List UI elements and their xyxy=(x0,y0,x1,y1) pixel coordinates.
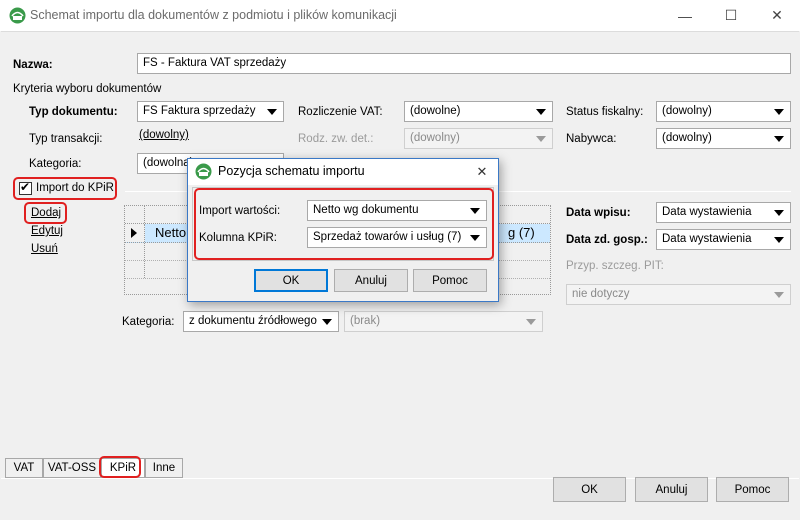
rozliczenie-vat-label: Rozliczenie VAT: xyxy=(298,106,383,118)
window-title: Schemat importu dla dokumentów z podmiot… xyxy=(30,8,397,22)
data-zd-gosp-label: Data zd. gosp.: xyxy=(566,234,648,246)
pozycja-schematu-dialog: Pozycja schematu importu ✕ Import wartoś… xyxy=(187,158,499,302)
highlight-tab-kpir xyxy=(99,456,141,478)
typ-transakcji-link[interactable]: (dowolny) xyxy=(139,129,189,141)
status-fiskalny-label: Status fiskalny: xyxy=(566,106,644,118)
dialog-ok-button[interactable]: OK xyxy=(254,269,328,292)
tab-inne[interactable]: Inne xyxy=(145,458,183,478)
dialog-title: Pozycja schematu importu xyxy=(218,164,365,178)
highlight-dialog-fields xyxy=(194,188,494,260)
status-fiskalny-combo[interactable]: (dowolny) xyxy=(656,101,791,122)
table-cell: g (7) xyxy=(508,225,535,240)
tab-vat-oss[interactable]: VAT-OSS xyxy=(43,458,101,478)
close-icon: ✕ xyxy=(476,164,488,179)
anuluj-button[interactable]: Anuluj xyxy=(635,477,708,502)
usun-link[interactable]: Usuń xyxy=(31,243,58,255)
highlight-dodaj xyxy=(24,202,67,224)
chevron-down-icon xyxy=(267,109,277,115)
chevron-down-icon xyxy=(774,136,784,142)
kryteria-label: Kryteria wyboru dokumentów xyxy=(13,83,162,95)
typ-dokumentu-label: Typ dokumentu: xyxy=(29,106,118,118)
app-logo-icon xyxy=(9,7,26,24)
typ-dokumentu-combo[interactable]: FS Faktura sprzedaży xyxy=(137,101,284,122)
close-button[interactable]: ✕ xyxy=(754,0,800,31)
edytuj-link[interactable]: Edytuj xyxy=(31,225,63,237)
title-bar: Schemat importu dla dokumentów z podmiot… xyxy=(0,0,800,31)
tab-vat[interactable]: VAT xyxy=(5,458,43,478)
row-indicator-icon xyxy=(131,228,137,238)
przyp-szczeg-pit-combo[interactable]: nie dotyczy xyxy=(566,284,791,305)
chevron-down-icon xyxy=(774,237,784,243)
rodz-zw-det-label: Rodz. zw. det.: xyxy=(298,133,374,145)
highlight-import-kpir xyxy=(13,177,117,200)
data-wpisu-label: Data wpisu: xyxy=(566,207,631,219)
nazwa-input[interactable]: FS - Faktura VAT sprzedaży xyxy=(137,53,791,74)
rozliczenie-vat-combo[interactable]: (dowolne) xyxy=(404,101,553,122)
rodz-zw-det-combo[interactable]: (dowolny) xyxy=(404,128,553,149)
chevron-down-icon xyxy=(774,210,784,216)
app-logo-icon xyxy=(195,163,212,180)
pomoc-button[interactable]: Pomoc xyxy=(716,477,789,502)
chevron-down-icon xyxy=(774,292,784,298)
dialog-close-button[interactable]: ✕ xyxy=(466,159,498,185)
dialog-anuluj-button[interactable]: Anuluj xyxy=(334,269,408,292)
chevron-down-icon xyxy=(536,136,546,142)
table-cell: Netto xyxy=(155,225,187,240)
chevron-down-icon xyxy=(774,109,784,115)
ok-button[interactable]: OK xyxy=(553,477,626,502)
przyp-szczeg-pit-label: Przyp. szczeg. PIT: xyxy=(566,260,664,272)
dialog-pomoc-button[interactable]: Pomoc xyxy=(413,269,487,292)
typ-transakcji-label: Typ transakcji: xyxy=(29,133,103,145)
nazwa-label: Nazwa: xyxy=(13,59,53,71)
chevron-down-icon xyxy=(536,109,546,115)
bottom-kategoria-label: Kategoria: xyxy=(122,316,175,328)
chevron-down-icon xyxy=(322,319,332,325)
maximize-button[interactable]: ☐ xyxy=(708,0,754,31)
bottom-kategoria-combo[interactable]: z dokumentu źródłowego xyxy=(183,311,339,332)
nabywca-combo[interactable]: (dowolny) xyxy=(656,128,791,149)
kategoria-label: Kategoria: xyxy=(29,158,82,170)
data-zd-gosp-combo[interactable]: Data wystawienia xyxy=(656,229,791,250)
main-form: Nazwa: FS - Faktura VAT sprzedaży Kryter… xyxy=(1,31,799,520)
chevron-down-icon xyxy=(526,319,536,325)
close-icon: ✕ xyxy=(771,7,783,23)
nabywca-label: Nabywca: xyxy=(566,133,617,145)
minimize-button[interactable]: — xyxy=(662,0,708,31)
dialog-title-bar: Pozycja schematu importu ✕ xyxy=(188,159,498,185)
maximize-icon: ☐ xyxy=(724,7,738,23)
minimize-icon: — xyxy=(678,7,692,24)
bottom-kategoria-brak-combo[interactable]: (brak) xyxy=(344,311,543,332)
data-wpisu-combo[interactable]: Data wystawienia xyxy=(656,202,791,223)
